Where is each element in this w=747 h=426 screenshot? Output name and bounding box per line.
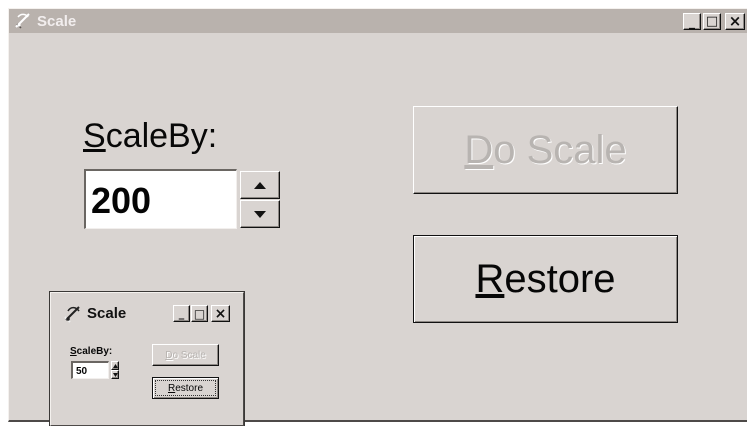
preview-minimize-icon: _: [178, 307, 185, 320]
preview-spinner-down-button[interactable]: [111, 370, 119, 379]
scale-by-label: ScaleBy:: [83, 117, 218, 155]
preview-down-arrow-icon: [112, 372, 118, 377]
preview-scale-by-label: ScaleBy:: [70, 346, 113, 357]
preview-scale-app-icon: [64, 306, 80, 323]
spinner-up-button[interactable]: [240, 171, 280, 199]
preview-do-scale-button[interactable]: Do Scale: [152, 344, 219, 366]
maximize-button[interactable]: □: [703, 13, 721, 30]
restore-button[interactable]: Restore: [413, 235, 678, 323]
restore-button-label: Restore: [475, 256, 616, 301]
minimize-button[interactable]: _: [683, 13, 701, 30]
preview-up-arrow-icon: [112, 363, 118, 368]
window-title: Scale: [37, 13, 77, 30]
main-window-titlebar[interactable]: Scale _ □ ×: [9, 9, 747, 33]
scale-app-icon: [15, 13, 30, 29]
preview-close-icon: ×: [214, 305, 227, 322]
minimize-icon: _: [689, 14, 695, 29]
preview-do-scale-button-label: Do Scale: [165, 349, 206, 361]
preview-scale-by-input[interactable]: 50: [71, 361, 109, 379]
close-button[interactable]: ×: [725, 13, 745, 30]
preview-minimize-button[interactable]: _: [173, 305, 190, 322]
preview-window-title: Scale: [87, 305, 127, 322]
preview-restore-button-label: Restore: [167, 382, 204, 394]
scale-preview-window: Scale _ □ × ScaleBy: 50 Do Scale Restore: [50, 292, 244, 426]
spinner-down-button[interactable]: [240, 200, 280, 228]
preview-maximize-icon: □: [193, 306, 206, 321]
preview-spinner-up-button[interactable]: [111, 361, 119, 370]
up-arrow-icon: [254, 181, 266, 189]
maximize-icon: □: [705, 14, 719, 29]
close-icon: ×: [728, 12, 742, 30]
preview-maximize-button[interactable]: □: [191, 305, 208, 322]
down-arrow-icon: [254, 210, 266, 218]
preview-close-button[interactable]: ×: [211, 305, 230, 322]
do-scale-button-label: Do Scale: [464, 127, 627, 172]
preview-restore-button[interactable]: Restore: [152, 377, 219, 399]
do-scale-button[interactable]: Do Scale: [413, 106, 678, 194]
scale-by-input[interactable]: 200: [84, 169, 237, 229]
preview-window-titlebar[interactable]: Scale _ □ ×: [53, 295, 241, 329]
